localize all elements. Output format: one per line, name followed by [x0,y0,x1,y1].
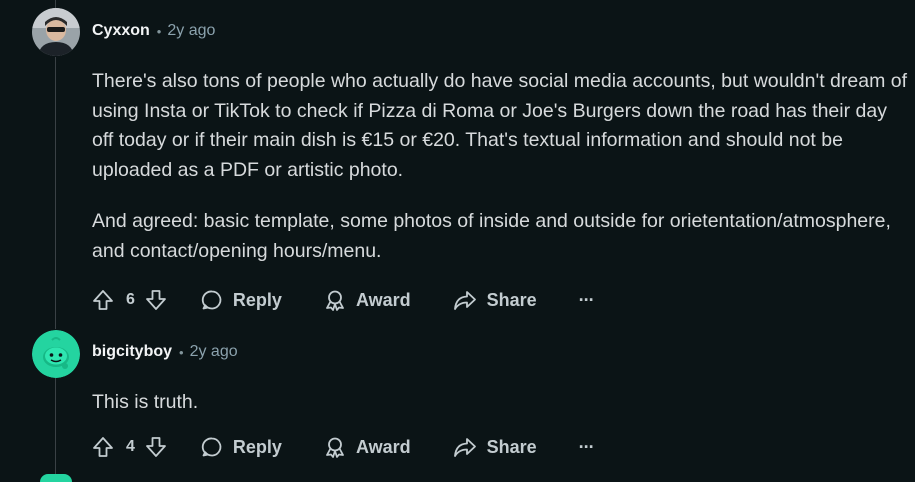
next-comment-avatar[interactable] [40,474,72,482]
upvote-arrow-icon [93,437,113,457]
award-icon [326,437,344,458]
vote-count: 4 [126,438,135,455]
award-label: Award [355,289,411,310]
more-options-button[interactable]: ··· [579,437,595,458]
downvote-button[interactable] [145,289,167,311]
award-label: Award [355,436,411,457]
upvote-arrow-icon [93,290,113,310]
speech-bubble-icon [201,290,222,310]
share-label: Share [486,436,537,457]
snoo-avatar-icon [32,330,80,378]
downvote-arrow-icon [146,290,166,310]
comment-body: This is truth. [92,388,907,418]
downvote-button[interactable] [145,436,167,458]
downvote-arrow-icon [146,437,166,457]
share-button[interactable]: Share [453,436,537,458]
separator-dot: • [179,344,184,360]
comment-body: There's also tons of people who actually… [92,67,907,266]
comment-paragraph: There's also tons of people who actually… [92,70,908,181]
comment-actions: 6 Reply Award Share ··· [92,286,595,314]
more-options-button[interactable]: ··· [579,290,595,311]
reply-button[interactable]: Reply [201,436,282,458]
comment-paragraph: And agreed: basic template, some photos … [92,210,891,262]
award-button[interactable]: Award [324,436,411,458]
upvote-button[interactable] [92,289,114,311]
vote-count: 6 [126,291,135,308]
comment-meta: bigcityboy • 2y ago [92,343,238,361]
user-photo-avatar-icon [32,8,80,56]
comment: bigcityboy • 2y ago This is truth. 4 Rep… [0,320,915,478]
separator-dot: • [156,23,162,39]
reply-label: Reply [232,436,282,457]
award-button[interactable]: Award [324,289,411,311]
share-arrow-icon [453,438,476,457]
share-arrow-icon [453,291,476,310]
speech-bubble-icon [201,437,222,457]
user-avatar[interactable] [32,8,80,56]
user-avatar[interactable] [32,330,80,378]
award-icon [326,290,344,311]
upvote-button[interactable] [92,436,114,458]
comment-paragraph: This is truth. [92,391,199,413]
reply-label: Reply [232,289,282,310]
comment: Cyxxon • 2y ago There's also tons of peo… [0,0,915,320]
comment-meta: Cyxxon • 2y ago [92,22,215,40]
timestamp[interactable]: 2y ago [167,22,215,40]
reply-button[interactable]: Reply [201,289,282,311]
timestamp[interactable]: 2y ago [190,343,238,361]
author-name[interactable]: Cyxxon [92,22,150,40]
author-name[interactable]: bigcityboy [92,343,172,361]
share-label: Share [486,289,537,310]
comment-actions: 4 Reply Award Share ··· [92,433,595,461]
share-button[interactable]: Share [453,289,537,311]
